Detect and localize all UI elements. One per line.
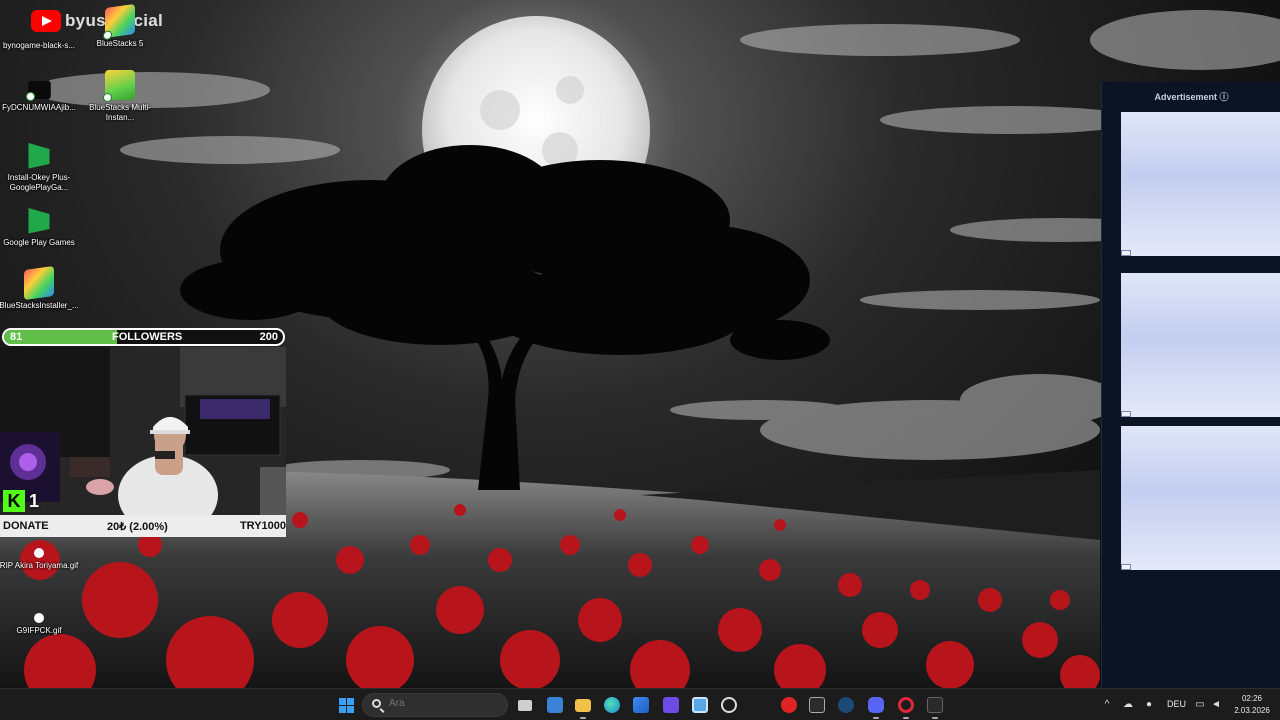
epic-games-icon bbox=[809, 697, 825, 713]
search-icon bbox=[372, 699, 381, 708]
taskbar: ^ ☁ ● DEU ▭ ◄ 02:26 2.03.2026 bbox=[0, 688, 1280, 720]
discord-icon bbox=[868, 697, 884, 713]
network-icon[interactable]: ▭ bbox=[1194, 698, 1206, 710]
chatgpt-button[interactable] bbox=[717, 693, 741, 717]
google-play-games-icon bbox=[28, 143, 50, 169]
start-button[interactable] bbox=[334, 693, 358, 717]
ad-choices-icon[interactable] bbox=[1121, 564, 1131, 570]
app-grid-icon bbox=[663, 697, 679, 713]
volume-icon[interactable]: ◄ bbox=[1210, 698, 1222, 710]
desktop-icon-bluestacks-installer[interactable]: BlueStacksInstaller_... bbox=[0, 265, 81, 311]
clock[interactable]: 02:26 2.03.2026 bbox=[1228, 693, 1276, 717]
app-grid-button[interactable] bbox=[659, 693, 683, 717]
shortcut-arrow-icon bbox=[103, 93, 112, 102]
donate-label: DONATE bbox=[3, 520, 49, 532]
donate-progress: 20₺ (2.00%) bbox=[107, 521, 168, 533]
donation-goal-bar: DONATE 20₺ (2.00%) TRY1000 bbox=[0, 515, 286, 537]
roblox-icon bbox=[781, 697, 797, 713]
followers-goal-bar: 81 FOLLOWERS 200 bbox=[2, 328, 285, 346]
bluestacks-multi-icon bbox=[103, 70, 135, 102]
store-icon bbox=[633, 697, 649, 713]
followers-current: 81 bbox=[10, 331, 23, 343]
ad-choices-icon[interactable] bbox=[1121, 250, 1131, 256]
desktop-icon-rip-akira-toriyama[interactable]: RIP Akira Toriyama.gif bbox=[0, 548, 81, 571]
clock-date: 2.03.2026 bbox=[1234, 706, 1270, 715]
gif-file-icon bbox=[34, 613, 44, 623]
opera-gx-icon bbox=[898, 697, 914, 713]
webcam-scene bbox=[0, 347, 286, 515]
sync-check-icon bbox=[26, 92, 35, 101]
ad-slot-2[interactable] bbox=[1121, 273, 1280, 417]
folder-icon bbox=[575, 698, 591, 712]
opera-gx-button[interactable] bbox=[894, 693, 918, 719]
obs-button[interactable] bbox=[923, 693, 947, 719]
taskbar-search[interactable] bbox=[362, 693, 508, 717]
onedrive-icon[interactable]: ☁ bbox=[1122, 698, 1134, 710]
task-view-button[interactable] bbox=[513, 693, 537, 717]
followers-goal: 200 bbox=[259, 331, 278, 343]
kick-viewer-badge: K 1 bbox=[3, 490, 39, 512]
gif-file-icon bbox=[34, 548, 44, 558]
obs-icon bbox=[927, 697, 943, 713]
windows-logo-icon bbox=[338, 697, 354, 713]
edge-button[interactable] bbox=[600, 693, 624, 717]
desktop-icon-install-okey-plus[interactable]: Install-Okey Plus-GooglePlayGa... bbox=[0, 140, 81, 193]
file-explorer-button[interactable] bbox=[571, 693, 595, 719]
advertisement-header: Advertisement ⓘ bbox=[1154, 92, 1229, 102]
widgets-button[interactable] bbox=[543, 693, 567, 717]
clock-time: 02:26 bbox=[1241, 694, 1263, 703]
epic-games-button[interactable] bbox=[805, 693, 829, 717]
kick-viewer-count: 1 bbox=[29, 490, 40, 511]
edge-icon bbox=[604, 697, 620, 713]
desktop-icon-bynogame[interactable]: bynogame-black-s... bbox=[0, 20, 81, 51]
image-file-icon bbox=[26, 80, 51, 101]
chatgpt-icon bbox=[721, 697, 737, 713]
followers-label: FOLLOWERS bbox=[112, 331, 183, 343]
widgets-icon bbox=[547, 697, 563, 713]
photos-button[interactable] bbox=[688, 693, 712, 717]
bluestacks-installer-icon bbox=[24, 265, 54, 301]
microphone-icon[interactable]: ● bbox=[1143, 698, 1155, 710]
steam-button[interactable] bbox=[834, 693, 858, 717]
desktop-icon-bluestacks-multi[interactable]: BlueStacks Multi-Instan... bbox=[78, 70, 162, 123]
search-input[interactable] bbox=[389, 698, 499, 709]
ad-choices-icon[interactable] bbox=[1121, 411, 1131, 417]
bluestacks-icon bbox=[103, 3, 135, 41]
kick-logo-icon: K bbox=[3, 490, 25, 512]
donate-goal: TRY1000 bbox=[239, 520, 286, 532]
desktop-icon-g9ifpck[interactable]: G9IFPCK.gif bbox=[0, 613, 81, 636]
ad-slot-1[interactable] bbox=[1121, 112, 1280, 256]
desktop-icon-google-play-games[interactable]: Google Play Games bbox=[0, 205, 81, 248]
advertisement-panel: Advertisement ⓘ bbox=[1101, 82, 1280, 688]
photos-icon bbox=[692, 697, 708, 713]
roblox-button[interactable] bbox=[777, 693, 801, 717]
ad-slot-3[interactable] bbox=[1121, 426, 1280, 570]
steam-icon bbox=[838, 697, 854, 713]
discord-button[interactable] bbox=[864, 693, 888, 719]
task-view-icon bbox=[518, 699, 532, 711]
desktop-icon-bluestacks-5[interactable]: BlueStacks 5 bbox=[78, 3, 162, 49]
store-button[interactable] bbox=[629, 693, 653, 717]
input-language[interactable]: DEU bbox=[1167, 699, 1186, 709]
chevron-up-icon[interactable]: ^ bbox=[1101, 698, 1113, 710]
desktop-icon-fydcnumwiaajib[interactable]: FyDCNUMWIAAjib... bbox=[0, 80, 81, 113]
google-play-games-icon bbox=[28, 208, 50, 234]
webcam-feed bbox=[0, 347, 286, 515]
